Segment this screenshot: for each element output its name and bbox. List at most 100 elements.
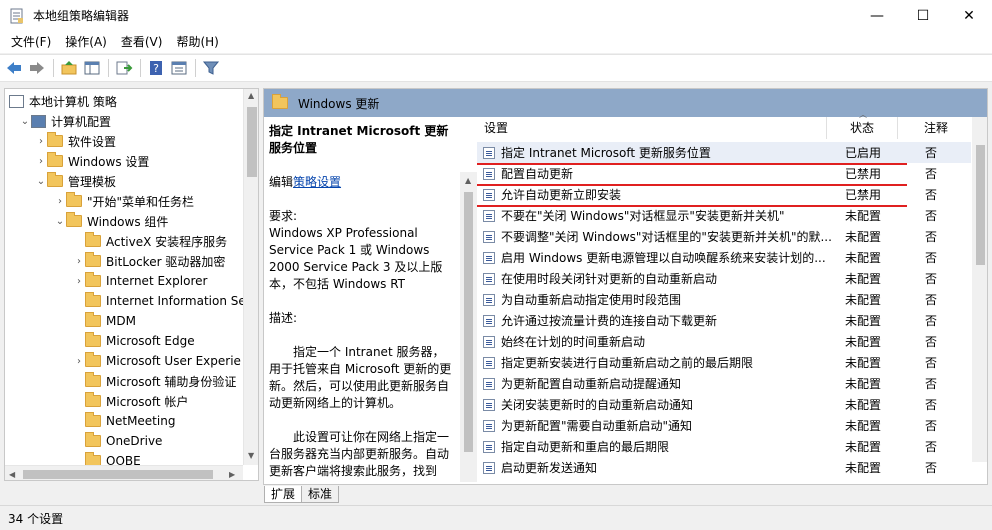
setting-row[interactable]: 不要调整"关闭 Windows"对话框里的"安装更新并关机"的默... 未配置 否 xyxy=(477,226,971,247)
expand-arrow-right-icon[interactable]: › xyxy=(35,155,47,167)
setting-name: 启动更新发送通知 xyxy=(501,461,598,475)
tree-item[interactable]: Microsoft 辅助身份验证 xyxy=(73,371,236,391)
setting-note: 否 xyxy=(925,188,938,202)
menu-view[interactable]: 查看(V) xyxy=(114,32,170,52)
tree-item[interactable]: ActiveX 安装程序服务 xyxy=(73,231,227,251)
setting-row[interactable]: 启动更新发送通知 未配置 否 xyxy=(477,457,971,478)
tree-item[interactable]: › Windows 设置 xyxy=(35,151,149,171)
menu-help[interactable]: 帮助(H) xyxy=(169,32,225,52)
help-button[interactable]: ? xyxy=(145,57,167,79)
forward-button[interactable] xyxy=(26,57,48,79)
expand-arrow-right-icon[interactable]: › xyxy=(73,275,85,287)
filter-button[interactable] xyxy=(200,57,222,79)
column-separator[interactable] xyxy=(826,117,827,139)
setting-row[interactable]: 始终在计划的时间重新启动 未配置 否 xyxy=(477,331,971,352)
tree-item[interactable]: Microsoft Edge xyxy=(73,331,195,351)
tree-item-label: Microsoft 帐户 xyxy=(106,394,189,409)
column-separator[interactable] xyxy=(897,117,898,139)
setting-note: 否 xyxy=(925,209,938,223)
policy-setting-icon xyxy=(483,314,495,327)
tree-item[interactable]: ⌄ 管理模板 xyxy=(35,171,116,191)
tree-item[interactable]: › BitLocker 驱动器加密 xyxy=(73,251,225,271)
column-header-note[interactable]: 注释 xyxy=(924,115,948,139)
menu-file[interactable]: 文件(F) xyxy=(4,32,58,52)
scroll-down-arrow-icon[interactable]: ▼ xyxy=(248,451,254,460)
setting-note: 否 xyxy=(925,440,938,454)
no-expander xyxy=(73,395,85,407)
setting-row[interactable]: 在使用时段关闭针对更新的自动重新启动 未配置 否 xyxy=(477,268,971,289)
tree-scroll-thumb[interactable] xyxy=(247,107,257,177)
export-button[interactable] xyxy=(113,57,135,79)
no-expander xyxy=(73,435,85,447)
minimize-button[interactable]: — xyxy=(854,0,900,31)
expand-arrow-down-icon[interactable]: ⌄ xyxy=(54,215,66,227)
description-title: 指定 Intranet Microsoft 更新服务位置 xyxy=(269,124,449,155)
menu-action[interactable]: 操作(A) xyxy=(58,32,114,52)
setting-row[interactable]: 允许通过按流量计费的连接自动下载更新 未配置 否 xyxy=(477,310,971,331)
scroll-up-arrow-icon[interactable]: ▲ xyxy=(465,176,471,185)
tree-item[interactable]: › Internet Explorer xyxy=(73,271,207,291)
scroll-right-arrow-icon[interactable]: ▶ xyxy=(229,470,235,479)
scroll-left-arrow-icon[interactable]: ◀ xyxy=(9,470,15,479)
tree-hscroll-thumb[interactable] xyxy=(23,470,213,479)
setting-row[interactable]: 指定更新安装进行自动重新启动之前的最后期限 未配置 否 xyxy=(477,352,971,373)
setting-state: 未配置 xyxy=(845,356,882,370)
policy-setting-icon xyxy=(483,335,495,348)
navigation-tree: 本地计算机 策略 ⌄ 计算机配置 › 软件设置 › Windows 设置 ⌄ 管理模板 › "开始"… xyxy=(4,88,259,481)
description-scrollbar[interactable]: ▲ xyxy=(460,172,477,482)
expand-arrow-down-icon[interactable]: ⌄ xyxy=(35,175,47,187)
policy-setting-icon xyxy=(483,272,495,285)
setting-note: 否 xyxy=(925,377,938,391)
settings-scroll-thumb[interactable] xyxy=(976,145,985,265)
setting-row[interactable]: 允许自动更新立即安装 已禁用 否 xyxy=(477,184,971,205)
scroll-up-arrow-icon[interactable]: ▲ xyxy=(248,91,254,100)
back-button[interactable] xyxy=(3,57,25,79)
menu-bar: 文件(F) 操作(A) 查看(V) 帮助(H) xyxy=(0,31,992,53)
up-folder-icon xyxy=(61,61,77,75)
setting-row[interactable]: 关闭安装更新时的自动重新启动通知 未配置 否 xyxy=(477,394,971,415)
tree-item[interactable]: › "开始"菜单和任务栏 xyxy=(54,191,194,211)
tree-item[interactable]: Internet Information Se xyxy=(73,291,246,311)
expand-arrow-right-icon[interactable]: › xyxy=(35,135,47,147)
settings-vertical-scrollbar[interactable] xyxy=(972,117,987,462)
tree-item[interactable]: ⌄ Windows 组件 xyxy=(54,211,168,231)
setting-row[interactable]: 启用 Windows 更新电源管理以自动唤醒系统来安装计划的... 未配置 否 xyxy=(477,247,971,268)
expand-arrow-right-icon[interactable]: › xyxy=(73,355,85,367)
tree-item[interactable]: › Microsoft User Experie xyxy=(73,351,241,371)
tree-item[interactable]: NetMeeting xyxy=(73,411,175,431)
toolbar-separator xyxy=(108,59,109,77)
description-label: 描述: xyxy=(269,311,298,325)
description-scroll-thumb[interactable] xyxy=(464,192,473,452)
edit-policy-link[interactable]: 策略设置 xyxy=(293,175,341,189)
setting-row[interactable]: 指定自动更新和重启的最后期限 未配置 否 xyxy=(477,436,971,457)
tree-item[interactable]: › 软件设置 xyxy=(35,131,116,151)
setting-row[interactable]: 不要在"关闭 Windows"对话框显示"安装更新并关机" 未配置 否 xyxy=(477,205,971,226)
column-header-setting[interactable]: 设置 xyxy=(484,115,508,139)
show-hide-tree-button[interactable] xyxy=(81,57,103,79)
expand-arrow-right-icon[interactable]: › xyxy=(73,255,85,267)
tree-vertical-scrollbar[interactable]: ▲ ▼ xyxy=(243,89,258,465)
setting-row[interactable]: 为更新配置"需要自动重新启动"通知 未配置 否 xyxy=(477,415,971,436)
properties-button[interactable] xyxy=(168,57,190,79)
tree-item-label: Internet Explorer xyxy=(106,274,208,288)
up-folder-button[interactable] xyxy=(58,57,80,79)
tree-item[interactable]: ⌄ 计算机配置 xyxy=(19,111,111,131)
red-annotation-line xyxy=(477,184,907,186)
forward-icon xyxy=(30,62,44,74)
expand-arrow-down-icon[interactable]: ⌄ xyxy=(19,115,31,127)
setting-row[interactable]: 为自动重新启动指定使用时段范围 未配置 否 xyxy=(477,289,971,310)
tree-item[interactable]: MDM xyxy=(73,311,136,331)
tree-item[interactable]: Microsoft 帐户 xyxy=(73,391,188,411)
setting-row[interactable]: 配置自动更新 已禁用 否 xyxy=(477,163,971,184)
setting-row[interactable]: 指定 Intranet Microsoft 更新服务位置 已启用 否 xyxy=(477,142,971,163)
tree-horizontal-scrollbar[interactable]: ◀ ▶ xyxy=(5,465,243,480)
tree-item[interactable]: OneDrive xyxy=(73,431,162,451)
expand-arrow-right-icon[interactable]: › xyxy=(54,195,66,207)
setting-row[interactable]: 为更新配置自动重新启动提醒通知 未配置 否 xyxy=(477,373,971,394)
setting-name: 不要调整"关闭 Windows"对话框里的"安装更新并关机"的默... xyxy=(501,230,832,244)
maximize-button[interactable]: ☐ xyxy=(900,0,946,31)
tab-standard[interactable]: 标准 xyxy=(301,486,340,503)
tree-item[interactable]: 本地计算机 策略 xyxy=(9,91,117,111)
tab-extended[interactable]: 扩展 xyxy=(264,486,303,503)
close-button[interactable]: ✕ xyxy=(946,0,992,31)
